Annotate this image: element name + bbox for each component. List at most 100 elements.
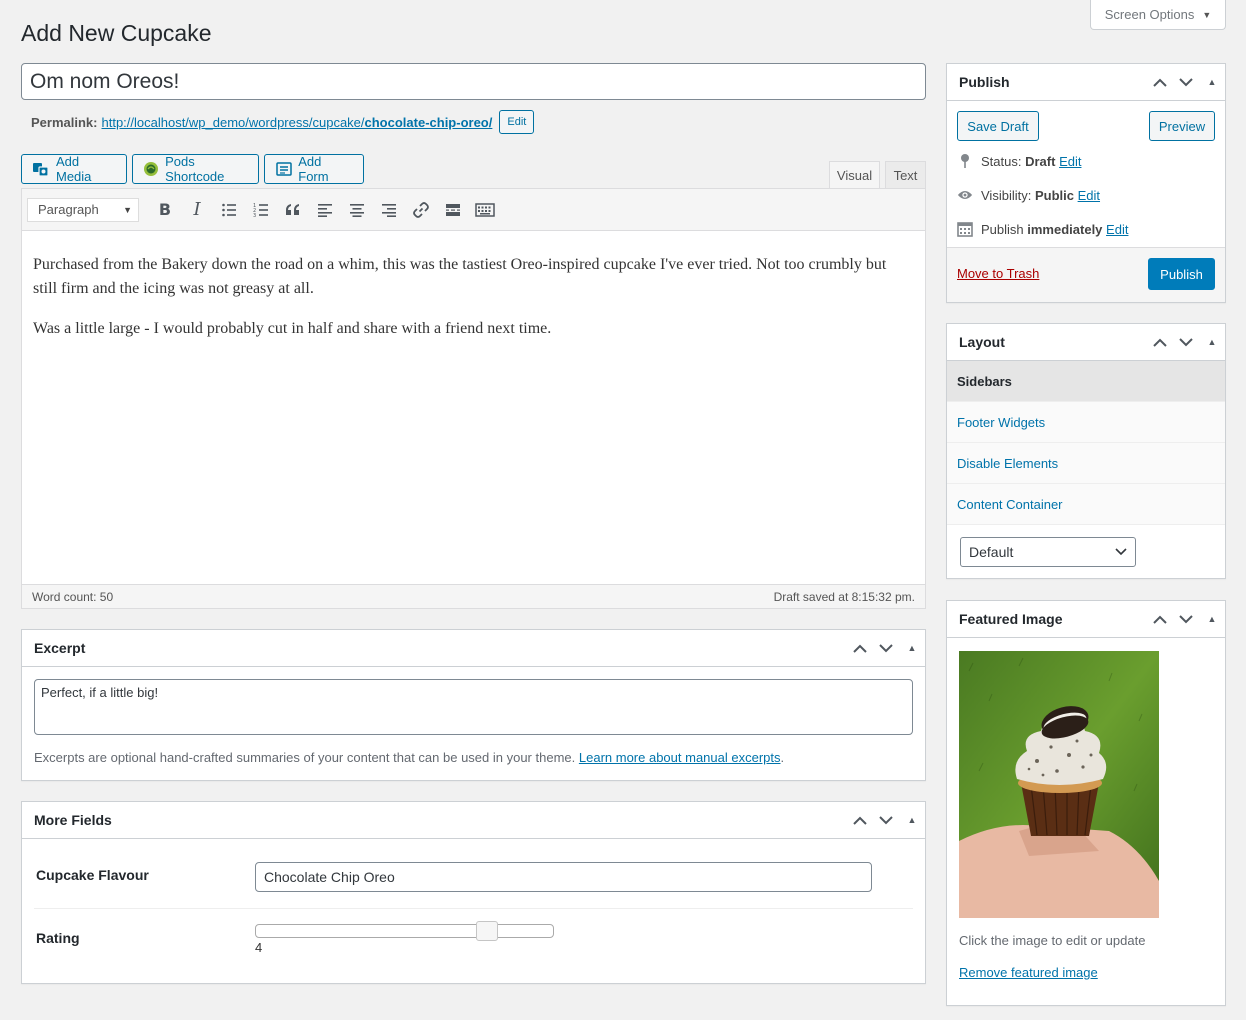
chevron-down-icon (879, 815, 893, 824)
blockquote-button[interactable] (277, 195, 309, 225)
move-up-button[interactable] (847, 630, 873, 666)
toggle-panel-button[interactable]: ▲ (1199, 601, 1225, 637)
caret-down-icon: ▼ (1202, 9, 1212, 20)
pin-icon (957, 153, 973, 169)
align-left-icon (318, 203, 332, 217)
word-count: Word count: 50 (32, 589, 114, 604)
toolbar-toggle-button[interactable] (469, 195, 501, 225)
layout-tab-footer-widgets[interactable]: Footer Widgets (947, 402, 1225, 443)
rating-slider-handle[interactable] (476, 921, 498, 941)
numbered-list-button[interactable]: 123 (245, 195, 277, 225)
save-draft-button[interactable]: Save Draft (957, 111, 1039, 141)
chevron-up-icon (1153, 78, 1167, 87)
move-up-button[interactable] (1147, 601, 1173, 637)
triangle-up-icon: ▲ (907, 643, 917, 653)
editor-content[interactable]: Purchased from the Bakery down the road … (22, 231, 925, 379)
move-to-trash-link[interactable]: Move to Trash (957, 266, 1039, 281)
preview-button[interactable]: Preview (1149, 111, 1215, 141)
triangle-up-icon: ▲ (1207, 614, 1217, 624)
remove-featured-image-link[interactable]: Remove featured image (959, 965, 1098, 980)
toggle-panel-button[interactable]: ▲ (899, 802, 925, 838)
triangle-up-icon: ▲ (1207, 337, 1217, 347)
more-fields-header: More Fields ▲ (22, 802, 925, 839)
schedule-label: Publish (981, 221, 1024, 237)
post-title-input[interactable]: Om nom Oreos! (21, 63, 926, 100)
rating-value: 4 (255, 940, 263, 955)
permalink-slug: chocolate-chip-oreo/ (364, 114, 493, 130)
toggle-panel-button[interactable]: ▲ (1199, 324, 1225, 360)
publish-box: Publish ▲ Save Draft Preview Status: Dra… (946, 63, 1226, 303)
layout-tab-sidebars[interactable]: Sidebars (947, 361, 1225, 402)
rating-slider[interactable] (255, 921, 554, 941)
editor-toolbar: Paragraph ▼ B I 123 (22, 189, 925, 231)
edit-slug-button[interactable]: Edit (499, 110, 535, 134)
format-select[interactable]: Paragraph ▼ (27, 197, 139, 222)
bold-icon: B (158, 200, 172, 219)
featured-image-thumbnail[interactable] (959, 651, 1159, 918)
excerpt-help-link[interactable]: Learn more about manual excerpts (579, 750, 781, 765)
flavour-input[interactable]: Chocolate Chip Oreo (255, 862, 872, 892)
post-visibility: Visibility: Public Edit (957, 187, 1100, 203)
content-paragraph: Was a little large - I would probably cu… (33, 320, 552, 337)
featured-image-title: Featured Image (959, 611, 1063, 627)
italic-icon: I (193, 199, 201, 220)
add-media-button[interactable]: Add Media (21, 154, 127, 184)
move-down-button[interactable] (1173, 324, 1199, 360)
toggle-panel-button[interactable]: ▲ (1199, 64, 1225, 100)
layout-tab-disable-elements[interactable]: Disable Elements (947, 443, 1225, 484)
edit-schedule-link[interactable]: Edit (1106, 222, 1128, 237)
edit-visibility-link[interactable]: Edit (1078, 188, 1100, 203)
layout-tab-content-container[interactable]: Content Container (947, 484, 1225, 525)
toggle-panel-button[interactable]: ▲ (899, 630, 925, 666)
move-down-button[interactable] (873, 630, 899, 666)
align-right-button[interactable] (373, 195, 405, 225)
layout-box: Layout ▲ Sidebars Footer Widgets Disable… (946, 323, 1226, 579)
move-down-button[interactable] (1173, 601, 1199, 637)
permalink-label: Permalink: (31, 114, 98, 130)
keyboard-icon (475, 202, 495, 217)
tab-visual[interactable]: Visual (829, 161, 880, 188)
align-center-button[interactable] (341, 195, 373, 225)
excerpt-textarea[interactable]: Perfect, if a little big! (34, 679, 913, 735)
edit-status-link[interactable]: Edit (1059, 154, 1081, 169)
featured-image-header: Featured Image ▲ (947, 601, 1225, 638)
publish-button[interactable]: Publish (1148, 258, 1215, 290)
layout-title: Layout (959, 334, 1005, 350)
screen-options-label: Screen Options (1104, 7, 1195, 22)
sidebar-layout-select[interactable]: Default (960, 537, 1136, 567)
move-up-button[interactable] (1147, 324, 1173, 360)
status-value: Draft (1025, 153, 1056, 169)
chevron-down-icon (1179, 337, 1193, 346)
add-form-button[interactable]: Add Form (264, 154, 364, 184)
move-up-button[interactable] (1147, 64, 1173, 100)
format-select-value: Paragraph (38, 202, 99, 217)
italic-button[interactable]: I (181, 195, 213, 225)
pods-shortcode-button[interactable]: Pods Shortcode (132, 154, 259, 184)
caret-down-icon: ▼ (123, 204, 132, 215)
move-down-button[interactable] (1173, 64, 1199, 100)
align-left-button[interactable] (309, 195, 341, 225)
move-down-button[interactable] (873, 802, 899, 838)
triangle-up-icon: ▲ (1207, 77, 1217, 87)
featured-image-box: Featured Image ▲ Click the image to edit… (946, 600, 1226, 1006)
bold-button[interactable]: B (149, 195, 181, 225)
publish-actions: Move to Trash Publish (947, 247, 1225, 302)
permalink-link[interactable]: http://localhost/wp_demo/wordpress/cupca… (101, 115, 492, 130)
bulleted-list-button[interactable] (213, 195, 245, 225)
triangle-up-icon: ▲ (907, 815, 917, 825)
cupcake-photo (959, 651, 1159, 918)
tab-text[interactable]: Text (885, 161, 926, 188)
move-up-button[interactable] (847, 802, 873, 838)
bulleted-list-icon (222, 203, 236, 216)
visibility-value: Public (1034, 187, 1074, 203)
read-more-button[interactable] (437, 195, 469, 225)
screen-options-button[interactable]: Screen Options ▼ (1090, 0, 1226, 30)
calendar-icon (957, 221, 973, 237)
post-status: Status: Draft Edit (957, 153, 1081, 169)
svg-text:3: 3 (253, 213, 256, 218)
excerpt-help: Excerpts are optional hand-crafted summa… (34, 750, 784, 765)
add-media-label: Add Media (56, 154, 92, 184)
insert-link-button[interactable] (405, 195, 437, 225)
chevron-down-icon (1179, 614, 1193, 623)
pods-shortcode-label: Pods Shortcode (165, 154, 225, 184)
